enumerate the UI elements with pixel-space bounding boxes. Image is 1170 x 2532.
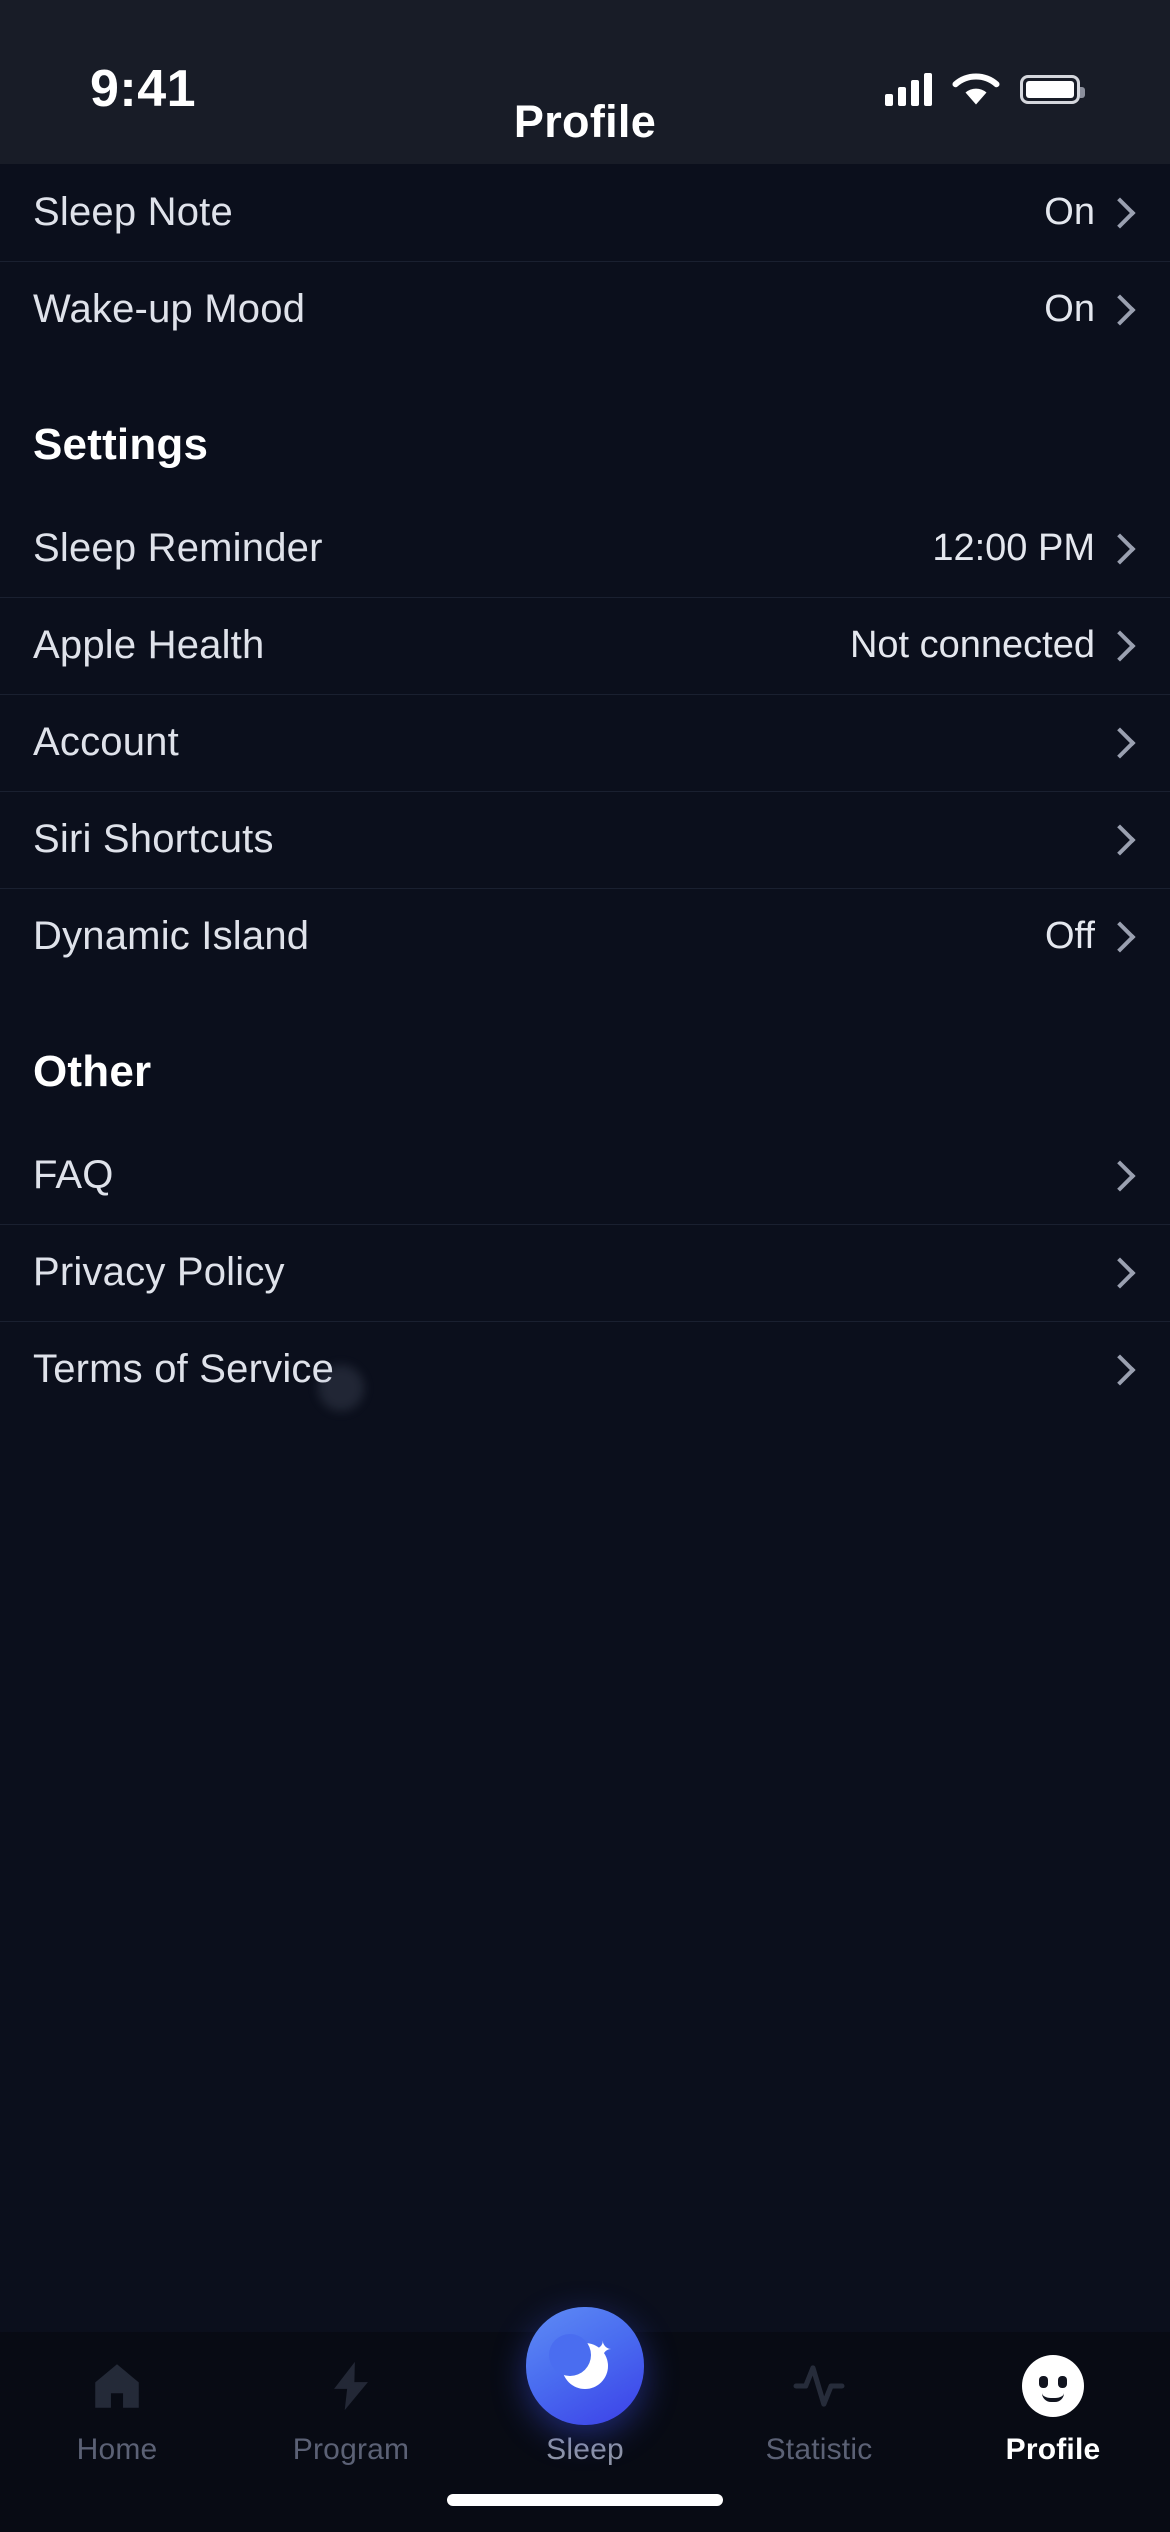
status-bar: 9:41 bbox=[0, 0, 1170, 160]
tab-label: Profile bbox=[1005, 2433, 1101, 2466]
tab-sleep[interactable]: ✦ Sleep bbox=[468, 2307, 702, 2467]
section-top: Sleep Note On Wake-up Mood On bbox=[0, 164, 1170, 358]
sleep-action-button[interactable]: ✦ bbox=[526, 2307, 644, 2425]
row-accessory: Not connected bbox=[850, 624, 1137, 667]
home-indicator bbox=[447, 2494, 723, 2506]
row-dynamic-island[interactable]: Dynamic Island Off bbox=[0, 888, 1170, 985]
sparkle-icon: ✦ bbox=[593, 2337, 612, 2362]
status-bar-icons bbox=[885, 53, 1085, 107]
row-accessory: On bbox=[1044, 288, 1137, 331]
row-wake-up-mood[interactable]: Wake-up Mood On bbox=[0, 261, 1170, 358]
chevron-right-icon bbox=[1104, 920, 1136, 953]
row-value: Off bbox=[1045, 915, 1095, 957]
row-siri-shortcuts[interactable]: Siri Shortcuts bbox=[0, 791, 1170, 888]
row-label: Account bbox=[33, 720, 179, 764]
row-accessory bbox=[1095, 823, 1137, 856]
row-label: Terms of Service bbox=[33, 1347, 335, 1391]
row-accessory bbox=[1095, 1159, 1137, 1192]
row-label: FAQ bbox=[33, 1153, 114, 1197]
row-label: Siri Shortcuts bbox=[33, 817, 274, 861]
cellular-signal-icon bbox=[885, 72, 932, 106]
phone-screen: Profile 9:41 Sleep Note On Wake-up Mood … bbox=[0, 0, 1170, 2532]
row-accessory: On bbox=[1044, 191, 1137, 234]
chevron-right-icon bbox=[1104, 293, 1136, 326]
row-label: Sleep Reminder bbox=[33, 526, 323, 570]
row-value: 12:00 PM bbox=[932, 527, 1095, 569]
section-title: Settings bbox=[33, 420, 209, 469]
pulse-icon bbox=[790, 2355, 848, 2417]
row-label: Sleep Note bbox=[33, 190, 233, 234]
row-label: Wake-up Mood bbox=[33, 287, 306, 331]
chevron-right-icon bbox=[1104, 726, 1136, 759]
moon-icon: ✦ bbox=[549, 2334, 612, 2389]
row-value: On bbox=[1044, 191, 1095, 233]
chevron-right-icon bbox=[1104, 629, 1136, 662]
row-sleep-note[interactable]: Sleep Note On bbox=[0, 164, 1170, 261]
tab-label: Statistic bbox=[765, 2433, 873, 2466]
status-bar-time: 9:41 bbox=[90, 60, 197, 118]
row-value: On bbox=[1044, 288, 1095, 330]
tab-label: Home bbox=[76, 2433, 158, 2466]
row-accessory: Off bbox=[1045, 915, 1137, 958]
row-privacy-policy[interactable]: Privacy Policy bbox=[0, 1224, 1170, 1321]
home-icon bbox=[88, 2355, 146, 2417]
row-sleep-reminder[interactable]: Sleep Reminder 12:00 PM bbox=[0, 500, 1170, 597]
row-label: Privacy Policy bbox=[33, 1250, 285, 1294]
tab-home[interactable]: Home bbox=[0, 2355, 234, 2467]
section-settings: Sleep Reminder 12:00 PM Apple Health Not… bbox=[0, 500, 1170, 985]
section-title: Other bbox=[33, 1047, 152, 1096]
avatar bbox=[1022, 2355, 1084, 2417]
face-icon bbox=[1022, 2355, 1084, 2417]
bottom-spacer bbox=[0, 1418, 1170, 1468]
row-value: Not connected bbox=[849, 624, 1095, 666]
tab-profile[interactable]: Profile bbox=[936, 2355, 1170, 2467]
lightning-icon bbox=[322, 2355, 380, 2417]
chevron-right-icon bbox=[1104, 196, 1136, 229]
chevron-right-icon bbox=[1104, 1353, 1136, 1386]
row-apple-health[interactable]: Apple Health Not connected bbox=[0, 597, 1170, 694]
tab-label: Program bbox=[292, 2433, 410, 2466]
chevron-right-icon bbox=[1104, 1256, 1136, 1289]
wifi-icon bbox=[952, 71, 1000, 107]
section-other: FAQ Privacy Policy Terms of Service bbox=[0, 1127, 1170, 1418]
row-accessory: 12:00 PM bbox=[932, 527, 1137, 570]
chevron-right-icon bbox=[1104, 823, 1136, 856]
chevron-right-icon bbox=[1104, 1159, 1136, 1192]
row-accessory bbox=[1095, 1353, 1137, 1386]
section-header-other: Other bbox=[0, 985, 1170, 1127]
battery-icon bbox=[1020, 74, 1085, 104]
row-label: Dynamic Island bbox=[33, 914, 310, 958]
row-faq[interactable]: FAQ bbox=[0, 1127, 1170, 1224]
row-terms-of-service[interactable]: Terms of Service bbox=[0, 1321, 1170, 1418]
row-accessory bbox=[1095, 1256, 1137, 1289]
tab-label: Sleep bbox=[546, 2433, 624, 2466]
settings-scroll-view[interactable]: Sleep Note On Wake-up Mood On Settings S… bbox=[0, 164, 1170, 2367]
row-label: Apple Health bbox=[33, 623, 265, 667]
chevron-right-icon bbox=[1104, 532, 1136, 565]
row-account[interactable]: Account bbox=[0, 694, 1170, 791]
tab-program[interactable]: Program bbox=[234, 2355, 468, 2467]
row-accessory bbox=[1095, 726, 1137, 759]
section-header-settings: Settings bbox=[0, 358, 1170, 500]
tab-statistic[interactable]: Statistic bbox=[702, 2355, 936, 2467]
